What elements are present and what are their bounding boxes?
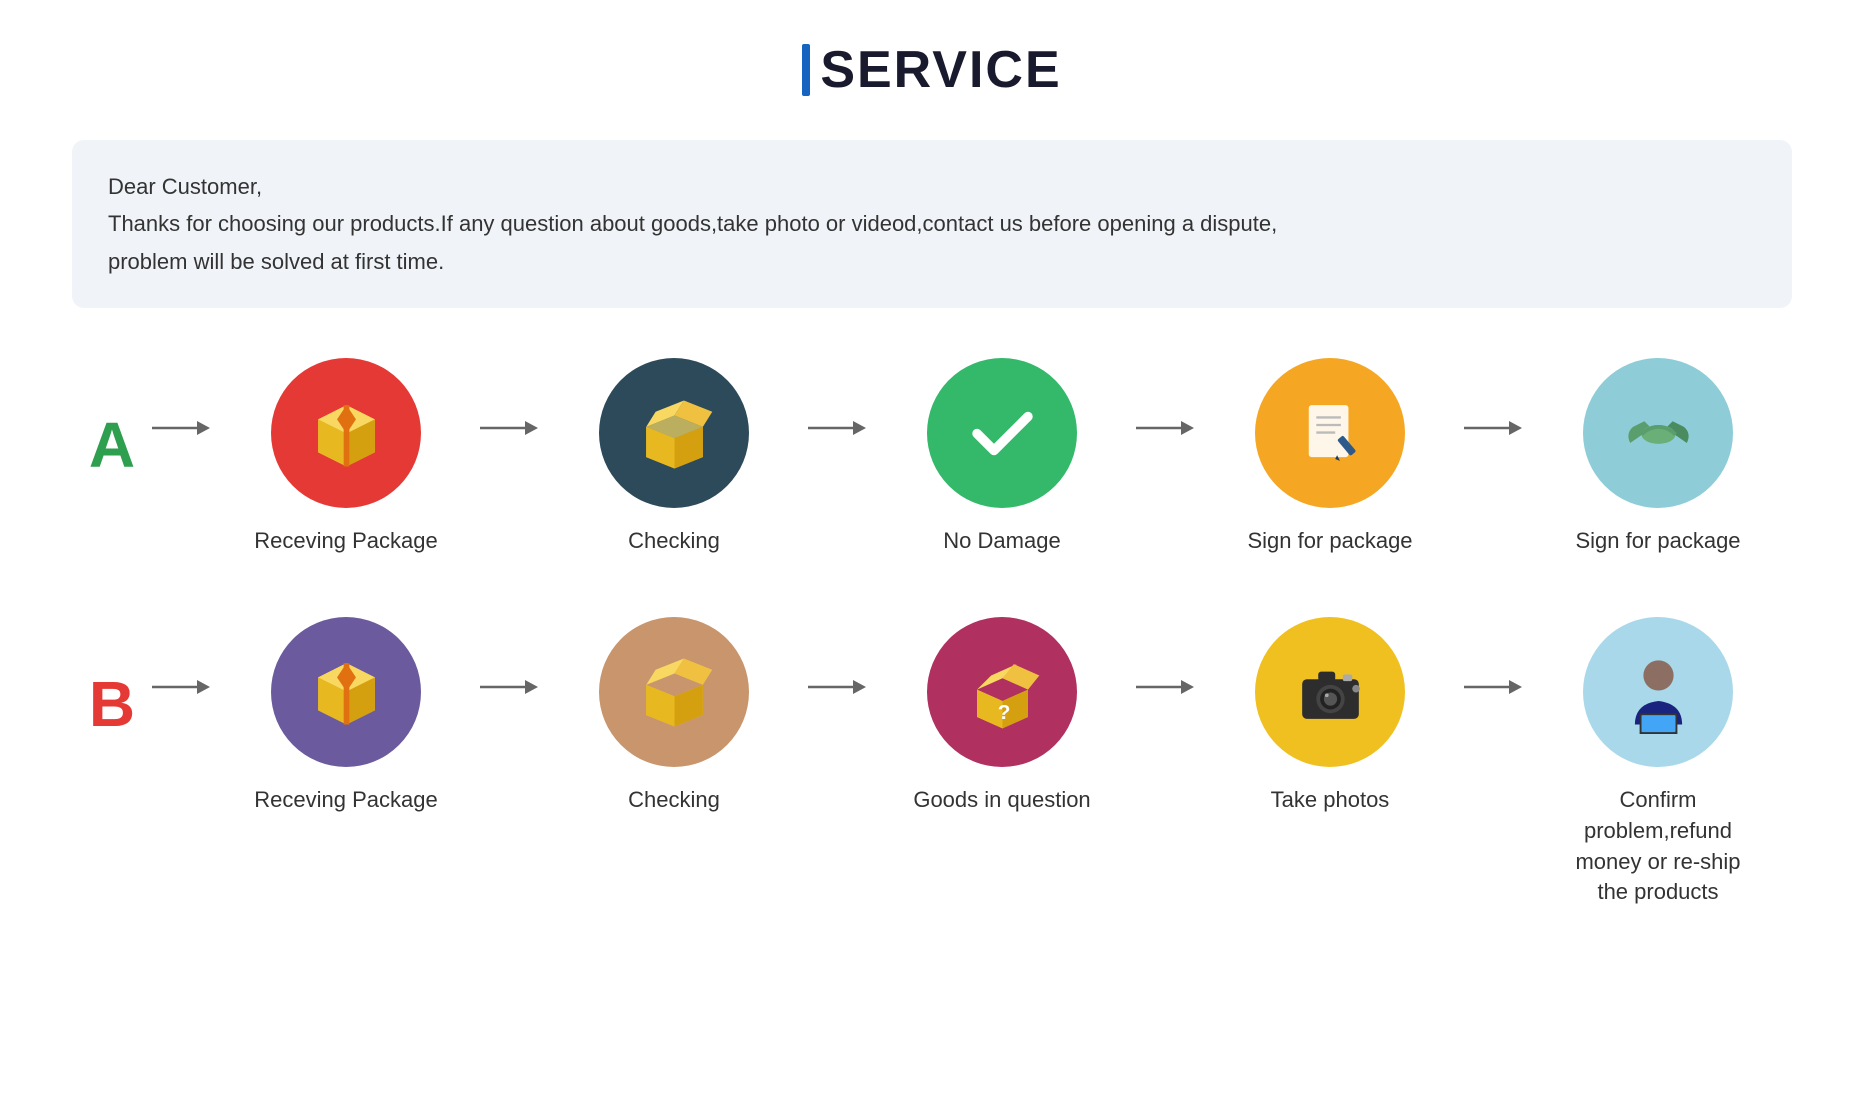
flow-icon-package-purple xyxy=(271,617,421,767)
flow-icon-open-box-tan xyxy=(599,617,749,767)
svg-text:?: ? xyxy=(997,701,1010,724)
flow-step-4: Confirm problem,refund money or re-ship … xyxy=(1524,617,1792,908)
arrow-connector xyxy=(1136,617,1196,757)
arrow-connector xyxy=(1464,358,1524,498)
flow-icon-package-red xyxy=(271,358,421,508)
flow-icon-handshake-teal xyxy=(1583,358,1733,508)
flow-icon-person-sky xyxy=(1583,617,1733,767)
arrow-connector xyxy=(480,617,540,757)
page-title: SERVICE xyxy=(820,40,1061,100)
flow-step-0: Receving Package xyxy=(212,358,480,557)
arrow-connector xyxy=(1464,617,1524,757)
step-label-2: Goods in question xyxy=(913,785,1090,816)
arrow-connector xyxy=(480,358,540,498)
notice-box: Dear Customer, Thanks for choosing our p… xyxy=(72,140,1792,308)
flow-step-4: Sign for package xyxy=(1524,358,1792,557)
flow-icon-open-box-teal xyxy=(599,358,749,508)
flow-icon-sign-orange xyxy=(1255,358,1405,508)
flow-section: A Receving Package xyxy=(72,358,1792,908)
row-label-row-b: B xyxy=(72,617,152,741)
flow-step-2: ? Goods in question xyxy=(868,617,1136,816)
notice-line2: Thanks for choosing our products.If any … xyxy=(108,205,1756,242)
flow-step-3: Take photos xyxy=(1196,617,1464,816)
flow-items-row-b: Receving Package Checking ? Goods in que… xyxy=(212,617,1792,908)
step-label-2: No Damage xyxy=(943,526,1060,557)
flow-icon-question-crimson: ? xyxy=(927,617,1077,767)
arrow-connector xyxy=(152,617,212,757)
flow-step-3: Sign for package xyxy=(1196,358,1464,557)
flow-items-row-a: Receving Package Checking No Damage xyxy=(212,358,1792,557)
flow-step-1: Checking xyxy=(540,617,808,816)
flow-step-1: Checking xyxy=(540,358,808,557)
step-label-1: Checking xyxy=(628,526,720,557)
step-label-3: Sign for package xyxy=(1247,526,1412,557)
arrow-connector xyxy=(808,358,868,498)
flow-icon-checkmark-green xyxy=(927,358,1077,508)
step-label-0: Receving Package xyxy=(254,785,437,816)
notice-line1: Dear Customer, xyxy=(108,168,1756,205)
flow-icon-camera-yellow xyxy=(1255,617,1405,767)
step-label-4: Confirm problem,refund money or re-ship … xyxy=(1558,785,1758,908)
row-label-row-a: A xyxy=(72,358,152,482)
flow-step-2: No Damage xyxy=(868,358,1136,557)
arrow-connector xyxy=(152,358,212,498)
step-label-4: Sign for package xyxy=(1575,526,1740,557)
notice-line3: problem will be solved at first time. xyxy=(108,243,1756,280)
step-label-0: Receving Package xyxy=(254,526,437,557)
flow-row-row-a: A Receving Package xyxy=(72,358,1792,557)
flow-row-row-b: B Receving Package Checking xyxy=(72,617,1792,908)
flow-step-0: Receving Package xyxy=(212,617,480,816)
arrow-connector xyxy=(808,617,868,757)
page-title-section: SERVICE xyxy=(802,40,1061,100)
step-label-1: Checking xyxy=(628,785,720,816)
title-accent-bar xyxy=(802,44,810,96)
arrow-connector xyxy=(1136,358,1196,498)
step-label-3: Take photos xyxy=(1271,785,1390,816)
